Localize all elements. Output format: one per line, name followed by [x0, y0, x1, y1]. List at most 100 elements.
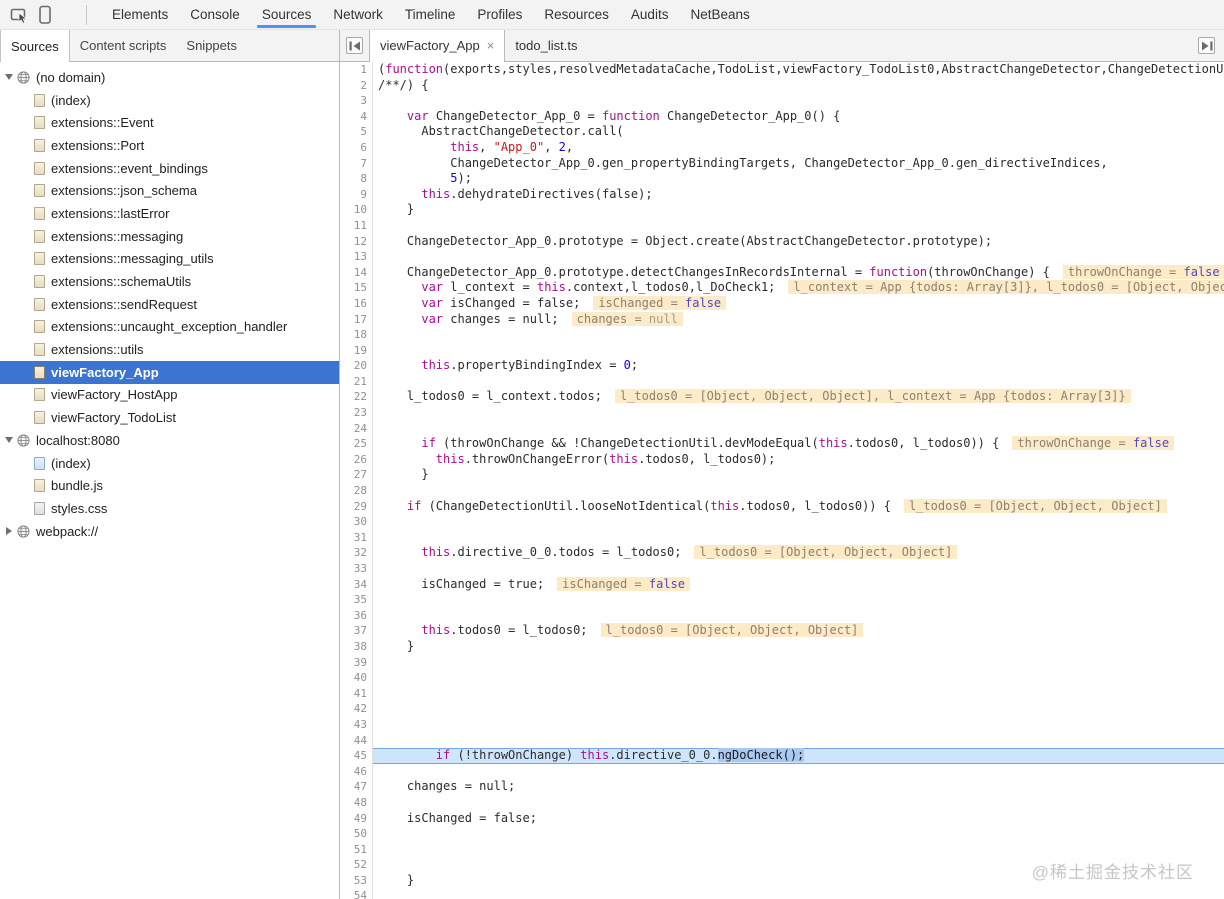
line-number[interactable]: 13	[340, 249, 373, 265]
disclosure-triangle-icon[interactable]	[4, 437, 14, 443]
code-line-content[interactable]	[373, 608, 1224, 624]
line-number[interactable]: 45	[340, 748, 373, 764]
code-line-content[interactable]: if (!throwOnChange) this.directive_0_0.n…	[373, 748, 1224, 764]
code-line-content[interactable]	[373, 561, 1224, 577]
code-line-content[interactable]	[373, 421, 1224, 437]
code-line-content[interactable]: }	[373, 639, 1224, 655]
line-number[interactable]: 18	[340, 327, 373, 343]
code-line-content[interactable]: var ChangeDetector_App_0 = function Chan…	[373, 109, 1224, 125]
code-line-content[interactable]: var l_context = this.context,l_todos0,l_…	[373, 280, 1224, 296]
code-line-content[interactable]: this.throwOnChangeError(this.todos0, l_t…	[373, 452, 1224, 468]
code-line-content[interactable]	[373, 93, 1224, 109]
line-number[interactable]: 27	[340, 467, 373, 483]
code-line-content[interactable]	[373, 483, 1224, 499]
tab-console[interactable]: Console	[179, 0, 251, 29]
line-number[interactable]: 19	[340, 343, 373, 359]
line-number[interactable]: 12	[340, 234, 373, 250]
line-number[interactable]: 31	[340, 530, 373, 546]
code-line-content[interactable]	[373, 327, 1224, 343]
code-line-content[interactable]: }	[373, 467, 1224, 483]
code-line-content[interactable]: 5);	[373, 171, 1224, 187]
code-line-content[interactable]	[373, 717, 1224, 733]
close-tab-icon[interactable]: ×	[487, 39, 495, 52]
tab-timeline[interactable]: Timeline	[394, 0, 467, 29]
line-number[interactable]: 51	[340, 842, 373, 858]
code-line-content[interactable]	[373, 530, 1224, 546]
line-number[interactable]: 29	[340, 499, 373, 515]
line-number[interactable]: 53	[340, 873, 373, 889]
code-line-content[interactable]: this.propertyBindingIndex = 0;	[373, 358, 1224, 374]
tree-item-viewfactory-app[interactable]: viewFactory_App	[0, 361, 339, 384]
line-number[interactable]: 54	[340, 888, 373, 899]
code-line-content[interactable]: this, "App_0", 2,	[373, 140, 1224, 156]
line-number[interactable]: 28	[340, 483, 373, 499]
inspect-element-icon[interactable]	[6, 2, 32, 28]
line-number[interactable]: 9	[340, 187, 373, 203]
tab-audits[interactable]: Audits	[620, 0, 680, 29]
tree-item-extensions-uncaught-exception-handler[interactable]: extensions::uncaught_exception_handler	[0, 316, 339, 339]
line-number[interactable]: 4	[340, 109, 373, 125]
navigator-tab-content-scripts[interactable]: Content scripts	[70, 30, 177, 61]
tree-item-viewfactory-hostapp[interactable]: viewFactory_HostApp	[0, 384, 339, 407]
line-number[interactable]: 39	[340, 655, 373, 671]
code-line-content[interactable]	[373, 764, 1224, 780]
navigator-tab-sources[interactable]: Sources	[0, 30, 70, 62]
line-number[interactable]: 44	[340, 733, 373, 749]
line-number[interactable]: 3	[340, 93, 373, 109]
line-number[interactable]: 15	[340, 280, 373, 296]
code-line-content[interactable]: this.dehydrateDirectives(false);	[373, 187, 1224, 203]
line-number[interactable]: 41	[340, 686, 373, 702]
code-line-content[interactable]: this.todos0 = l_todos0;l_todos0 = [Objec…	[373, 623, 1224, 639]
tab-profiles[interactable]: Profiles	[466, 0, 533, 29]
code-line-content[interactable]: l_todos0 = l_context.todos;l_todos0 = [O…	[373, 389, 1224, 405]
code-line-content[interactable]	[373, 686, 1224, 702]
hide-navigator-icon[interactable]	[346, 37, 363, 54]
tree-item-extensions-port[interactable]: extensions::Port	[0, 134, 339, 157]
tab-netbeans[interactable]: NetBeans	[679, 0, 760, 29]
line-number[interactable]: 26	[340, 452, 373, 468]
line-number[interactable]: 37	[340, 623, 373, 639]
tree-item-extensions-lasterror[interactable]: extensions::lastError	[0, 202, 339, 225]
line-number[interactable]: 5	[340, 124, 373, 140]
line-number[interactable]: 6	[340, 140, 373, 156]
line-number[interactable]: 34	[340, 577, 373, 593]
code-line-content[interactable]	[373, 343, 1224, 359]
line-number[interactable]: 50	[340, 826, 373, 842]
tree-item-extensions-json-schema[interactable]: extensions::json_schema	[0, 179, 339, 202]
tree-item-extensions-schemautils[interactable]: extensions::schemaUtils	[0, 270, 339, 293]
device-mode-icon[interactable]	[32, 2, 58, 28]
code-line-content[interactable]	[373, 888, 1224, 899]
tree-item-extensions-messaging[interactable]: extensions::messaging	[0, 225, 339, 248]
disclosure-triangle-icon[interactable]	[4, 74, 14, 80]
line-number[interactable]: 23	[340, 405, 373, 421]
code-line-content[interactable]: AbstractChangeDetector.call(	[373, 124, 1224, 140]
line-number[interactable]: 20	[340, 358, 373, 374]
tree-item-viewfactory-todolist[interactable]: viewFactory_TodoList	[0, 406, 339, 429]
line-number[interactable]: 49	[340, 811, 373, 827]
line-number[interactable]: 32	[340, 545, 373, 561]
line-number[interactable]: 43	[340, 717, 373, 733]
line-number[interactable]: 46	[340, 764, 373, 780]
code-line-content[interactable]	[373, 374, 1224, 390]
line-number[interactable]: 35	[340, 592, 373, 608]
tree-item-extensions-event-bindings[interactable]: extensions::event_bindings	[0, 157, 339, 180]
code-line-content[interactable]: if (ChangeDetectionUtil.looseNotIdentica…	[373, 499, 1224, 515]
code-line-content[interactable]	[373, 218, 1224, 234]
code-line-content[interactable]: var changes = null;changes = null	[373, 312, 1224, 328]
code-line-content[interactable]	[373, 405, 1224, 421]
line-number[interactable]: 24	[340, 421, 373, 437]
code-line-content[interactable]: /**/) {	[373, 78, 1224, 94]
line-number[interactable]: 10	[340, 202, 373, 218]
tree-item-localhost-8080[interactable]: localhost:8080	[0, 429, 339, 452]
tree-item-index[interactable]: (index)	[0, 89, 339, 112]
line-number[interactable]: 48	[340, 795, 373, 811]
line-number[interactable]: 25	[340, 436, 373, 452]
line-number[interactable]: 8	[340, 171, 373, 187]
code-line-content[interactable]	[373, 655, 1224, 671]
code-line-content[interactable]: var isChanged = false;isChanged = false	[373, 296, 1224, 312]
tree-item-index[interactable]: (index)	[0, 452, 339, 475]
code-line-content[interactable]	[373, 514, 1224, 530]
code-line-content[interactable]	[373, 670, 1224, 686]
code-line-content[interactable]	[373, 701, 1224, 717]
line-number[interactable]: 47	[340, 779, 373, 795]
